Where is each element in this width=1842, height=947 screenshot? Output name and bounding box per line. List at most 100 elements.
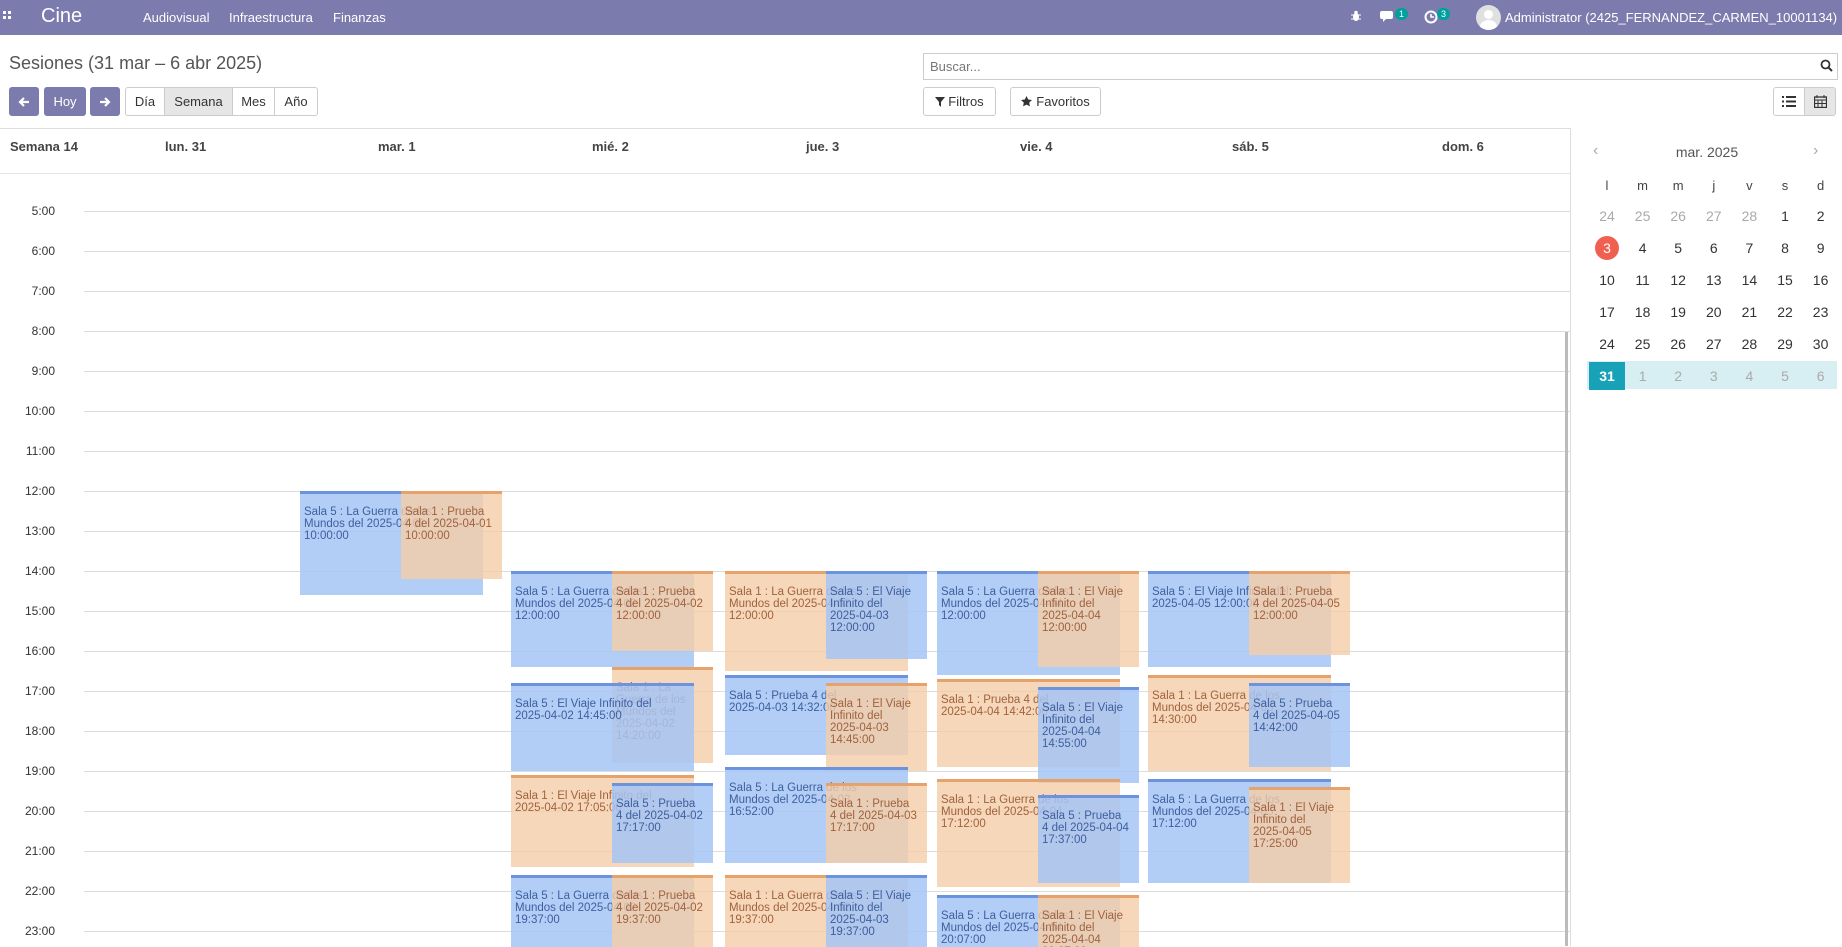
day-header[interactable]: lun. 31 — [165, 139, 206, 154]
day-cell[interactable]: 31 — [1589, 362, 1625, 390]
day-cell[interactable]: 6 — [1696, 234, 1732, 262]
day-cell[interactable]: 30 — [1803, 330, 1839, 358]
day-cell[interactable]: 2 — [1660, 362, 1696, 390]
calendar-event[interactable]: Sala 5 : Prueba 4 del 2025-04-05 14:42:00 — [1249, 683, 1350, 767]
next-button[interactable] — [90, 87, 120, 116]
list-view-button[interactable] — [1773, 87, 1805, 116]
day-cell[interactable]: 4 — [1731, 362, 1767, 390]
day-header[interactable]: sáb. 5 — [1232, 139, 1269, 154]
event-text-line: Sala 1 : Prueba — [616, 890, 696, 902]
day-cell[interactable]: 19 — [1660, 298, 1696, 326]
day-cell[interactable]: 14 — [1731, 266, 1767, 294]
weekday-header: m — [1637, 178, 1649, 193]
calendar-event[interactable]: Sala 5 : El Viaje Infinito del 2025-04-03 1… — [826, 571, 927, 659]
user-avatar[interactable] — [1476, 5, 1501, 30]
weekday-header: l — [1605, 178, 1609, 193]
scale-year-button[interactable]: Año — [274, 87, 318, 116]
day-cell[interactable]: 7 — [1731, 234, 1767, 262]
calendar-event[interactable]: Sala 1 : Prueba 4 del 2025-04-01 10:00:00 — [401, 491, 502, 579]
calendar-event[interactable]: Sala 5 : El Viaje Infinito del 2025-04-04 1… — [1038, 687, 1139, 783]
day-cell[interactable]: 29 — [1767, 330, 1803, 358]
scale-month-button[interactable]: Mes — [232, 87, 275, 116]
day-cell[interactable]: 26 — [1660, 330, 1696, 358]
activities-icon[interactable]: 3 — [1424, 8, 1451, 27]
day-cell[interactable]: 10 — [1589, 266, 1625, 294]
day-header[interactable]: vie. 4 — [1020, 139, 1053, 154]
day-header[interactable]: jue. 3 — [806, 139, 839, 154]
menu-finanzas[interactable]: Finanzas — [333, 10, 386, 25]
day-cell[interactable]: 27 — [1696, 202, 1732, 230]
day-cell[interactable]: 6 — [1803, 362, 1839, 390]
day-cell[interactable]: 23 — [1803, 298, 1839, 326]
day-cell[interactable]: 28 — [1731, 202, 1767, 230]
event-text-line: 2025-04-03 — [830, 914, 889, 926]
day-cell[interactable]: 28 — [1731, 330, 1767, 358]
search-icon[interactable] — [1820, 59, 1833, 75]
day-cell[interactable]: 24 — [1589, 202, 1625, 230]
day-cell[interactable]: 3 — [1696, 362, 1732, 390]
day-cell[interactable]: 5 — [1767, 362, 1803, 390]
day-cell[interactable]: 20 — [1696, 298, 1732, 326]
messages-icon[interactable]: 1 — [1380, 8, 1409, 26]
day-cell[interactable]: 22 — [1767, 298, 1803, 326]
favorites-button[interactable]: Favoritos — [1010, 87, 1101, 116]
calendar-event[interactable]: Sala 5 : El Viaje Infinito del 2025-04-03 1… — [826, 875, 927, 947]
day-cell[interactable]: 27 — [1696, 330, 1732, 358]
day-header[interactable]: mar. 1 — [378, 139, 416, 154]
calendar-view-button[interactable] — [1804, 87, 1836, 116]
day-cell[interactable]: 11 — [1625, 266, 1661, 294]
next-month-icon[interactable]: › — [1813, 142, 1818, 160]
day-cell[interactable]: 15 — [1767, 266, 1803, 294]
day-cell[interactable]: 25 — [1625, 202, 1661, 230]
day-cell[interactable]: 2 — [1803, 202, 1839, 230]
calendar-event[interactable]: Sala 5 : Prueba 4 del 2025-04-04 17:37:00 — [1038, 795, 1139, 883]
day-cell[interactable]: 1 — [1625, 362, 1661, 390]
day-cell[interactable]: 26 — [1660, 202, 1696, 230]
menu-infraestructura[interactable]: Infraestructura — [229, 10, 313, 25]
day-cell[interactable]: 5 — [1660, 234, 1696, 262]
calendar-event[interactable]: Sala 5 : Prueba 4 del 2025-04-02 17:17:00 — [612, 783, 713, 863]
day-cell[interactable]: 24 — [1589, 330, 1625, 358]
day-header[interactable]: dom. 6 — [1442, 139, 1484, 154]
day-header[interactable]: mié. 2 — [592, 139, 629, 154]
event-text-line: 17:25:00 — [1253, 838, 1298, 850]
day-cell[interactable]: 9 — [1803, 234, 1839, 262]
day-cell[interactable]: 18 — [1625, 298, 1661, 326]
calendar-event[interactable]: Sala 5 : El Viaje Infinito del 2025-04-02… — [511, 683, 694, 771]
scale-day-button[interactable]: Día — [125, 87, 165, 116]
menu-audiovisual[interactable]: Audiovisual — [143, 10, 210, 25]
calendar-event[interactable]: Sala 1 : El Viaje Infinito del 2025-04-03 1… — [826, 683, 927, 771]
today-button[interactable]: Hoy — [44, 87, 86, 116]
calendar-event[interactable]: Sala 1 : Prueba 4 del 2025-04-02 12:00:00 — [612, 571, 713, 651]
day-cell[interactable]: 1 — [1767, 202, 1803, 230]
day-cell[interactable]: 16 — [1803, 266, 1839, 294]
day-cell[interactable]: 8 — [1767, 234, 1803, 262]
week-calendar: Semana 14 lun. 31 mar. 1 mié. 2 jue. 3 vie. … — [0, 128, 1570, 947]
scale-week-button[interactable]: Semana — [164, 87, 233, 116]
apps-menu-icon[interactable] — [3, 11, 15, 23]
day-cell[interactable]: 21 — [1731, 298, 1767, 326]
calendar-event[interactable]: Sala 1 : Prueba 4 del 2025-04-03 17:17:00 — [826, 783, 927, 863]
calendar-scrollbar[interactable] — [1565, 332, 1568, 946]
calendar-event[interactable]: Sala 1 : Prueba 4 del 2025-04-05 12:00:00 — [1249, 571, 1350, 655]
day-cell[interactable]: 17 — [1589, 298, 1625, 326]
day-cell[interactable]: 3 — [1589, 234, 1625, 262]
event-text-line: 12:00:00 — [616, 610, 661, 622]
day-cell[interactable]: 13 — [1696, 266, 1732, 294]
previous-button[interactable] — [9, 87, 39, 116]
search-input[interactable]: Buscar... — [923, 53, 1838, 80]
day-cell[interactable]: 25 — [1625, 330, 1661, 358]
breadcrumb-title: Sesiones (31 mar – 6 abr 2025) — [9, 53, 263, 73]
event-text-line: Infinito del — [1042, 922, 1095, 934]
user-menu[interactable]: Administrator (2425_FERNANDEZ_CARMEN_100… — [1505, 10, 1837, 25]
calendar-event[interactable]: Sala 1 : Prueba 4 del 2025-04-02 19:37:00 — [612, 875, 713, 947]
day-cell[interactable]: 4 — [1625, 234, 1661, 262]
calendar-event[interactable]: Sala 1 : El Viaje Infinito del 2025-04-04 1… — [1038, 571, 1139, 667]
debug-bug-icon[interactable] — [1350, 10, 1362, 25]
calendar-event[interactable]: Sala 1 : El Viaje Infinito del 2025-04-05 1… — [1249, 787, 1350, 883]
activities-badge: 3 — [1437, 8, 1451, 20]
app-brand[interactable]: Cine — [41, 5, 82, 28]
calendar-event[interactable]: Sala 1 : El ViajeInfinito del2025-04-042… — [1038, 895, 1139, 947]
filters-button[interactable]: Filtros — [923, 87, 996, 116]
day-cell[interactable]: 12 — [1660, 266, 1696, 294]
